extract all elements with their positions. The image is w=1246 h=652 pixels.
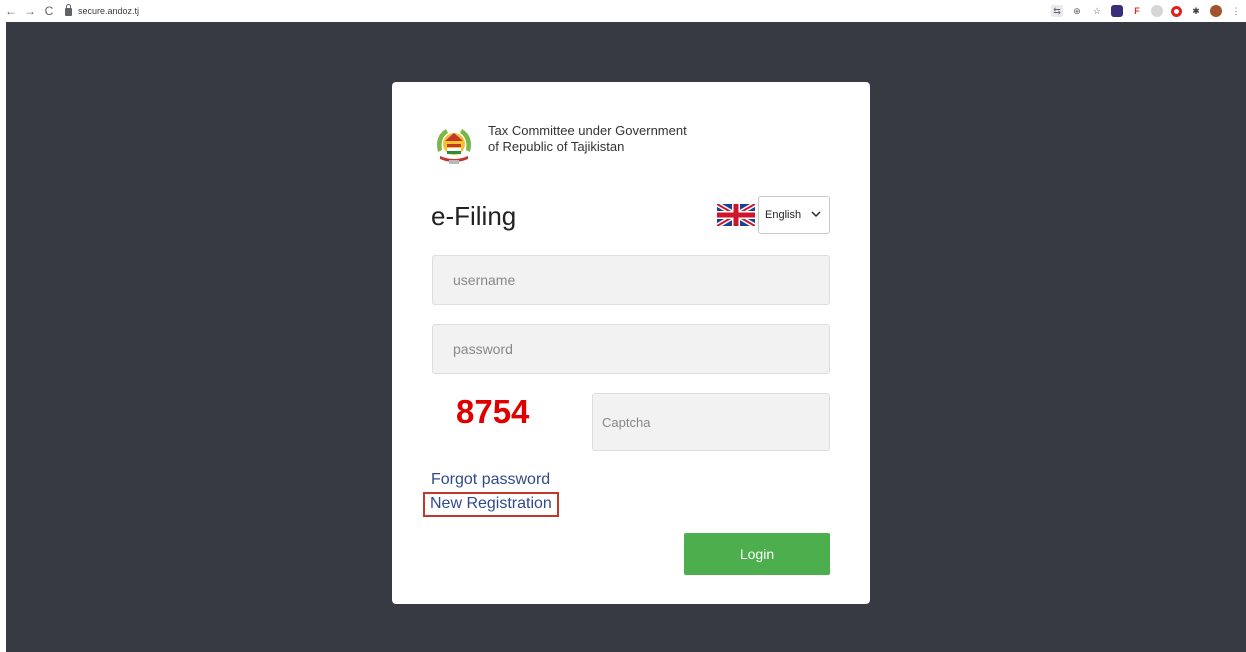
organization-name-line2: of Republic of Tajikistan (488, 139, 625, 154)
zoom-icon[interactable]: ⊕ (1071, 5, 1083, 17)
reload-icon[interactable]: C (41, 0, 57, 22)
login-button[interactable]: Login (684, 533, 830, 575)
lock-icon (65, 4, 72, 16)
password-input[interactable]: password (432, 324, 830, 374)
login-card: Tax Committee under Government of Republ… (392, 82, 870, 604)
pin-icon[interactable]: ✱ (1190, 5, 1202, 17)
new-registration-link[interactable]: New Registration (423, 492, 559, 517)
menu-dots-icon[interactable]: ⋮ (1230, 5, 1242, 17)
forward-arrow-icon[interactable]: → (22, 0, 38, 22)
organization-name-line1: Tax Committee under Government (488, 123, 687, 138)
chevron-down-icon (811, 211, 821, 217)
url-text[interactable]: secure.andoz.tj (78, 6, 139, 16)
forgot-password-link[interactable]: Forgot password (431, 471, 550, 489)
captcha-input[interactable]: Captcha (592, 393, 830, 451)
browser-toolbar: ← → C secure.andoz.tj ⇆ ⊕ ☆ F ✱ ⋮ (0, 0, 1246, 22)
username-input[interactable]: username (432, 255, 830, 305)
password-placeholder: password (453, 341, 513, 357)
f-extension-icon[interactable]: F (1131, 5, 1143, 17)
profile-avatar[interactable] (1210, 5, 1222, 17)
captcha-placeholder: Captcha (602, 414, 651, 430)
circle-extension-icon[interactable] (1151, 5, 1163, 17)
page-background: Tax Committee under Government of Republ… (6, 22, 1246, 652)
organization-name: Tax Committee under Government of Republ… (488, 123, 687, 155)
tajikistan-emblem-icon (437, 129, 471, 164)
captcha-code: 8754 (456, 393, 530, 430)
extension-puzzle-icon[interactable] (1111, 5, 1123, 17)
address-bar[interactable]: secure.andoz.tj (65, 2, 139, 20)
translate-icon[interactable]: ⇆ (1051, 5, 1063, 17)
bookmark-star-icon[interactable]: ☆ (1091, 5, 1103, 17)
back-arrow-icon[interactable]: ← (3, 0, 19, 22)
language-select[interactable]: English (758, 196, 830, 234)
uk-flag-icon (717, 204, 755, 226)
language-selected-value: English (765, 209, 802, 221)
opera-icon[interactable] (1171, 5, 1182, 17)
page-title: e-Filing (431, 201, 517, 231)
username-placeholder: username (453, 272, 516, 288)
extension-icons: ⇆ ⊕ ☆ F ✱ ⋮ (1051, 0, 1242, 22)
